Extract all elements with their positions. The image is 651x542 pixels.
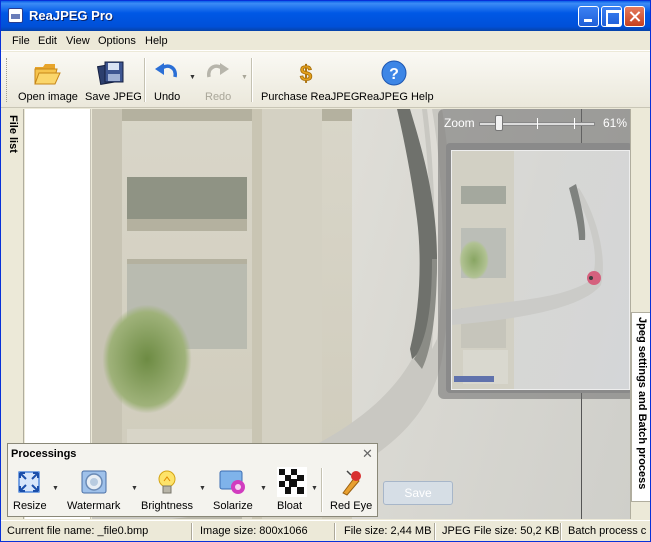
menu-file[interactable]: File <box>12 35 30 47</box>
file-list-tab-label: File list <box>7 115 19 153</box>
resize-label: Resize <box>13 500 47 512</box>
save-button[interactable]: Save <box>383 481 453 505</box>
title-bar[interactable]: ReaJPEG Pro <box>1 1 650 31</box>
navigator-viewport-rect[interactable] <box>451 150 630 390</box>
open-image-button[interactable]: Open image <box>15 52 79 108</box>
status-divider <box>334 523 336 540</box>
brightness-dropdown-icon[interactable]: ▼ <box>199 485 206 492</box>
watermark-tool[interactable]: Watermark <box>65 466 125 516</box>
redo-dropdown-icon[interactable]: ▼ <box>241 74 248 81</box>
processings-close-icon[interactable]: ✕ <box>362 446 373 462</box>
undo-dropdown-icon[interactable]: ▼ <box>189 74 196 81</box>
solarize-label: Solarize <box>213 500 253 512</box>
help-label: ReaJPEG Help <box>359 91 434 103</box>
processings-title: Processings <box>11 448 77 460</box>
undo-label: Undo <box>154 91 181 103</box>
watermark-icon <box>81 470 107 494</box>
status-divider <box>191 523 193 540</box>
help-button[interactable]: ? ReaJPEG Help <box>357 52 434 108</box>
watermark-label: Watermark <box>67 500 121 512</box>
jpeg-settings-tab-strip: Jpeg settings and Batch process <box>630 109 650 519</box>
save-jpeg-label: Save JPEG <box>85 91 142 103</box>
minimize-button[interactable] <box>578 6 599 27</box>
file-list-tab-label-box: File list <box>5 115 21 175</box>
redo-label: Redo <box>205 91 232 103</box>
floppy-save-icon <box>97 61 124 86</box>
zoom-slider-tick <box>574 118 575 129</box>
toolbar-separator <box>144 58 146 102</box>
status-bar: Current file name: _file0.bmp Image size… <box>1 520 650 541</box>
status-divider <box>560 523 562 540</box>
close-button[interactable] <box>624 6 645 27</box>
window-title: ReaJPEG Pro <box>29 8 113 23</box>
checkerboard-icon <box>277 467 307 497</box>
redo-arrow-icon <box>207 63 229 78</box>
status-image-size: Image size: 800x1066 <box>200 525 308 537</box>
bloat-dropdown-icon[interactable]: ▼ <box>311 485 318 492</box>
menu-help[interactable]: Help <box>145 35 168 47</box>
toolbar: Open image Save JPEG Undo ▼ Redo ▼ $ Pur… <box>1 52 650 108</box>
folder-open-icon <box>34 64 61 85</box>
navigator-thumbnail[interactable] <box>451 150 630 390</box>
status-batch: Batch process c <box>568 525 647 537</box>
question-icon: ? <box>381 60 407 86</box>
toolbar-gripper[interactable] <box>6 58 9 102</box>
brightness-label: Brightness <box>141 500 193 512</box>
zoom-slider-thumb[interactable] <box>495 115 503 131</box>
jpeg-settings-tab[interactable]: Jpeg settings and Batch process <box>631 312 650 502</box>
zoom-slider-tick <box>537 118 538 129</box>
brightness-tool[interactable]: Brightness <box>139 466 195 516</box>
resize-dropdown-icon[interactable]: ▼ <box>52 485 59 492</box>
status-divider <box>434 523 436 540</box>
navigator-thumbnail-frame <box>446 143 632 393</box>
menu-view[interactable]: View <box>66 35 90 47</box>
solarize-dropdown-icon[interactable]: ▼ <box>260 485 267 492</box>
purchase-button[interactable]: $ Purchase ReaJPEG <box>259 52 359 108</box>
processings-panel: Processings ✕ Resize ▼ Watermark ▼ Brigh… <box>7 443 378 517</box>
menu-bar: File Edit View Options Help <box>1 31 650 51</box>
redo-button[interactable]: Redo <box>199 52 239 108</box>
resize-icon <box>18 471 40 493</box>
undo-button[interactable]: Undo <box>151 52 187 108</box>
status-file-size: File size: 2,44 MB <box>344 525 432 537</box>
maximize-button[interactable] <box>601 6 622 27</box>
dollar-icon: $ <box>299 61 312 87</box>
menu-edit[interactable]: Edit <box>38 35 57 47</box>
processings-separator <box>321 468 323 512</box>
status-current-file: Current file name: _file0.bmp <box>7 525 149 537</box>
solarize-icon <box>219 470 245 494</box>
jpeg-settings-tab-label: Jpeg settings and Batch process <box>636 317 648 490</box>
app-window: ReaJPEG Pro File Edit View Options Help … <box>0 0 651 542</box>
toolbar-separator <box>251 58 253 102</box>
zoom-navigator: Zoom 61% <box>438 109 638 399</box>
svg-text:$: $ <box>300 61 312 86</box>
app-icon <box>8 8 23 23</box>
save-jpeg-button[interactable]: Save JPEG <box>83 52 142 108</box>
bloat-tool[interactable]: Bloat <box>272 466 312 516</box>
lightbulb-icon <box>158 470 176 494</box>
zoom-value: 61% <box>603 116 628 130</box>
status-jpeg-size: JPEG File size: 50,2 KB <box>442 525 560 537</box>
watermark-dropdown-icon[interactable]: ▼ <box>131 485 138 492</box>
purchase-label: Purchase ReaJPEG <box>261 91 360 103</box>
zoom-label: Zoom <box>444 116 475 130</box>
open-image-label: Open image <box>18 91 78 103</box>
menu-options[interactable]: Options <box>98 35 136 47</box>
solarize-tool[interactable]: Solarize <box>211 466 255 516</box>
undo-arrow-icon <box>155 63 177 78</box>
red-eye-icon <box>342 470 361 496</box>
svg-text:?: ? <box>389 66 399 83</box>
red-eye-tool[interactable]: Red Eye <box>327 466 373 516</box>
bloat-label: Bloat <box>277 500 303 512</box>
red-eye-label: Red Eye <box>330 500 373 512</box>
resize-tool[interactable]: Resize <box>11 466 47 516</box>
